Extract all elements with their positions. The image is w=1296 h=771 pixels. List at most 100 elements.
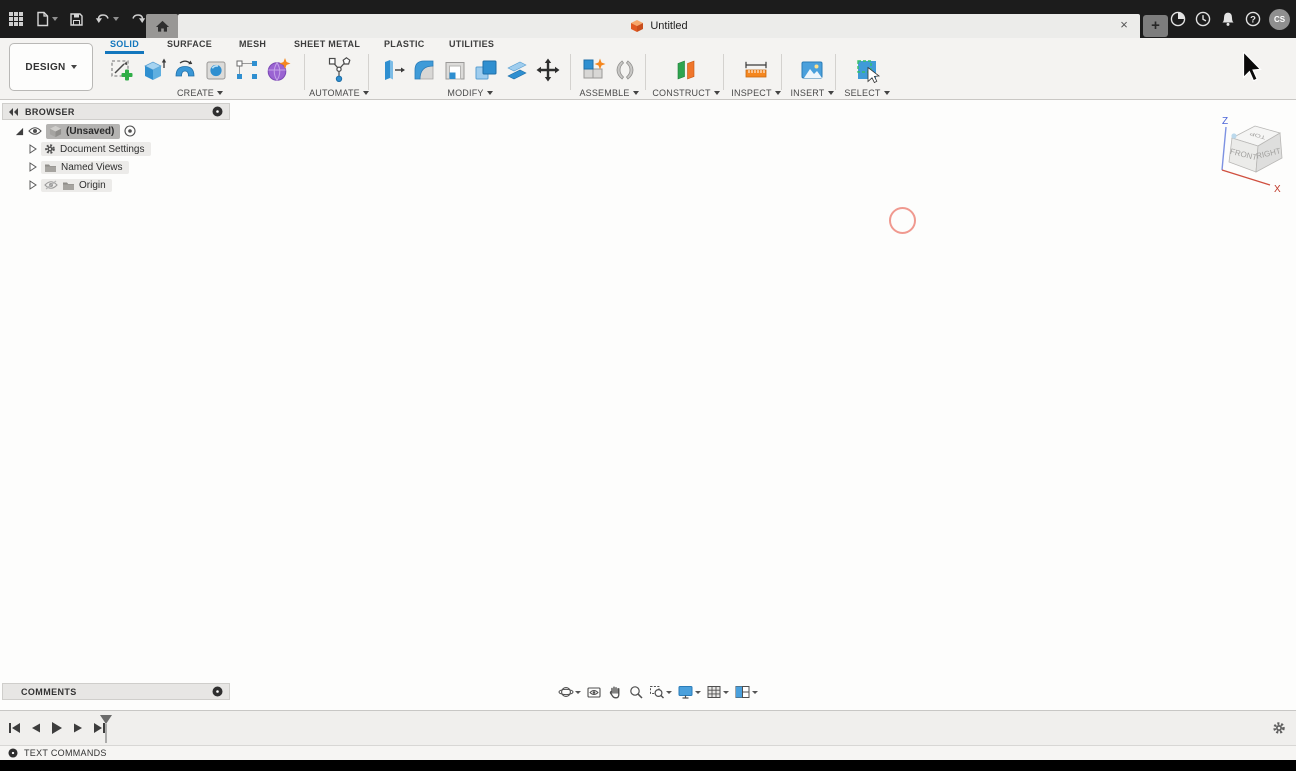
- visibility-off-eye-icon[interactable]: [44, 180, 58, 190]
- look-at-button[interactable]: [584, 683, 604, 701]
- tree-collapsed-icon[interactable]: [29, 180, 37, 190]
- folder-icon: [63, 182, 74, 190]
- press-pull-button[interactable]: [377, 53, 408, 86]
- tree-row-origin[interactable]: Origin: [2, 176, 230, 194]
- timeline-settings-gear-icon[interactable]: [1272, 721, 1286, 735]
- tree-collapsed-icon[interactable]: [29, 162, 37, 172]
- tab-plastic[interactable]: PLASTIC: [384, 39, 425, 52]
- bottom-black-bar: [0, 760, 1296, 771]
- pan-button[interactable]: [605, 683, 625, 701]
- undo-button[interactable]: [93, 10, 121, 28]
- revolve-button[interactable]: [169, 53, 200, 86]
- automate-dropdown[interactable]: AUTOMATE: [309, 88, 369, 98]
- named-views-chip[interactable]: Named Views: [41, 160, 129, 174]
- help-icon[interactable]: ?: [1244, 10, 1262, 28]
- step-forward-button[interactable]: [69, 720, 86, 736]
- new-tab-button[interactable]: +: [1143, 15, 1168, 37]
- orbit-button[interactable]: [556, 683, 583, 701]
- extrude-button[interactable]: [138, 53, 169, 86]
- combine-button[interactable]: [470, 53, 501, 86]
- window-zoom-button[interactable]: [647, 683, 674, 701]
- root-component-label: (Unsaved): [66, 125, 115, 137]
- comments-panel-title: COMMENTS: [21, 686, 77, 697]
- tab-mesh[interactable]: MESH: [239, 39, 266, 52]
- job-status-icon[interactable]: [1194, 10, 1212, 28]
- viewport-canvas[interactable]: BROWSER (Unsaved) Document Settings Name…: [0, 100, 1296, 710]
- titlebar: Untitled × + ? CS: [0, 0, 1296, 38]
- design-workspace-dropdown[interactable]: DESIGN: [9, 43, 93, 91]
- fillet-button[interactable]: [408, 53, 439, 86]
- offset-face-icon: [506, 61, 527, 79]
- collapse-panel-icon[interactable]: [9, 107, 19, 116]
- timeline-marker[interactable]: [98, 714, 114, 744]
- create-form-button[interactable]: [262, 53, 293, 86]
- save-button[interactable]: [67, 10, 86, 29]
- app-grid-icon[interactable]: [6, 9, 26, 29]
- chevron-down-icon: [113, 17, 119, 21]
- document-settings-chip[interactable]: Document Settings: [41, 142, 151, 156]
- zoom-button[interactable]: [626, 683, 646, 701]
- viewports-button[interactable]: [732, 683, 760, 701]
- redo-icon: [132, 14, 146, 23]
- tab-utilities[interactable]: UTILITIES: [449, 39, 494, 52]
- view-cube[interactable]: Z X TOP FRONT RIGHT: [1196, 108, 1296, 200]
- text-commands-bar[interactable]: TEXT COMMANDS: [0, 745, 1296, 760]
- skip-to-start-button[interactable]: [6, 720, 23, 736]
- modify-dropdown[interactable]: MODIFY: [374, 88, 566, 98]
- play-button[interactable]: [48, 720, 65, 736]
- insert-dropdown[interactable]: INSERT: [786, 88, 838, 98]
- zoom-magnifier-icon: [630, 686, 643, 699]
- extensions-icon[interactable]: [1169, 10, 1187, 28]
- inspect-dropdown[interactable]: INSPECT: [728, 88, 784, 98]
- user-avatar[interactable]: CS: [1269, 8, 1290, 30]
- select-button[interactable]: [852, 53, 883, 86]
- step-back-button[interactable]: [27, 720, 44, 736]
- comments-panel-header[interactable]: COMMENTS: [2, 683, 230, 700]
- close-tab-icon[interactable]: ×: [1116, 17, 1132, 33]
- tab-solid[interactable]: SOLID: [104, 39, 145, 54]
- create-sketch-button[interactable]: [107, 53, 138, 86]
- chevron-down-icon: [883, 91, 890, 95]
- tree-expanded-icon[interactable]: [15, 127, 24, 136]
- construct-dropdown[interactable]: CONSTRUCT: [652, 88, 720, 98]
- panel-options-icon[interactable]: [8, 748, 18, 758]
- visibility-eye-icon[interactable]: [28, 126, 42, 136]
- document-tab[interactable]: Untitled ×: [178, 14, 1140, 38]
- new-component-button[interactable]: [578, 53, 609, 86]
- origin-chip[interactable]: Origin: [41, 178, 112, 192]
- x-axis-label: X: [1274, 184, 1281, 195]
- tree-row-document-settings[interactable]: Document Settings: [2, 140, 230, 158]
- hole-button[interactable]: [200, 53, 231, 86]
- measure-button[interactable]: [741, 53, 772, 86]
- file-menu-button[interactable]: [33, 9, 60, 29]
- panel-options-icon[interactable]: [212, 686, 223, 697]
- grid-snaps-button[interactable]: [704, 683, 731, 701]
- browser-panel-header[interactable]: BROWSER: [2, 103, 230, 120]
- viewports-icon: [735, 686, 750, 698]
- notifications-bell-icon[interactable]: [1219, 10, 1237, 28]
- assemble-dropdown[interactable]: ASSEMBLE: [576, 88, 642, 98]
- construction-plane-button[interactable]: [671, 53, 702, 86]
- group-modify: MODIFY: [374, 53, 566, 98]
- rectangular-pattern-button[interactable]: [231, 53, 262, 86]
- offset-face-button[interactable]: [501, 53, 532, 86]
- tree-row-named-views[interactable]: Named Views: [2, 158, 230, 176]
- joint-button[interactable]: [609, 53, 640, 86]
- move-button[interactable]: [532, 53, 563, 86]
- create-dropdown[interactable]: CREATE: [104, 88, 296, 98]
- tree-row-root[interactable]: (Unsaved): [2, 122, 230, 140]
- home-tab[interactable]: [146, 14, 178, 38]
- tab-surface[interactable]: SURFACE: [167, 39, 212, 52]
- activate-component-radio-icon[interactable]: [124, 125, 136, 137]
- undo-icon: [95, 14, 109, 23]
- timeline-bar: [0, 710, 1296, 745]
- display-settings-button[interactable]: [675, 683, 703, 701]
- select-dropdown[interactable]: SELECT: [840, 88, 894, 98]
- insert-image-button[interactable]: [797, 53, 828, 86]
- panel-options-icon[interactable]: [212, 106, 223, 117]
- tree-collapsed-icon[interactable]: [29, 144, 37, 154]
- tab-sheet-metal[interactable]: SHEET METAL: [294, 39, 360, 52]
- root-component-chip[interactable]: (Unsaved): [46, 123, 121, 139]
- shell-button[interactable]: [439, 53, 470, 86]
- automation-button[interactable]: [324, 53, 355, 86]
